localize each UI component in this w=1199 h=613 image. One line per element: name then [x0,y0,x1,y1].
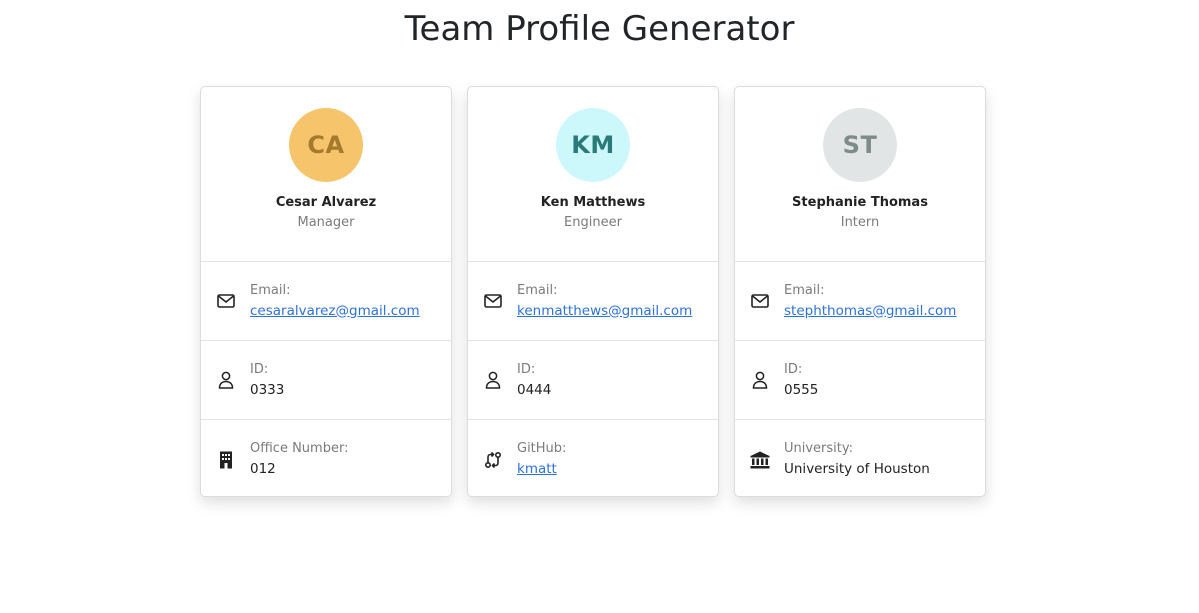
employee-card-engineer: KM Ken Matthews Engineer Email: kenmatth… [467,86,719,497]
page: Team Profile Generator CA Cesar Alvarez … [0,0,1199,613]
building-icon [216,450,236,470]
card-header: CA Cesar Alvarez Manager [201,87,451,262]
page-title: Team Profile Generator [404,9,795,49]
envelope-icon [483,291,503,311]
office-number-value: 012 [250,461,276,477]
office-number-row: Office Number: 012 [201,420,451,496]
id-label: ID: [250,361,269,377]
university-row: University: University of Houston [735,420,985,496]
avatar: ST [823,108,897,182]
avatar-initials: CA [307,131,345,159]
employee-role: Manager [297,215,355,230]
office-number-label: Office Number: [250,441,349,456]
university-value: University of Houston [784,461,930,477]
person-icon [750,370,770,390]
card-header: ST Stephanie Thomas Intern [735,87,985,262]
employee-card-manager: CA Cesar Alvarez Manager Email: cesaralv… [200,86,452,497]
avatar: KM [556,108,630,182]
id-label: ID: [517,361,536,377]
github-row: GitHub: kmatt [468,420,718,496]
employee-card-intern: ST Stephanie Thomas Intern Email: stepht… [734,86,986,497]
envelope-icon [750,291,770,311]
employee-name: Stephanie Thomas [792,195,928,210]
card-header: KM Ken Matthews Engineer [468,87,718,262]
employee-name: Cesar Alvarez [275,195,377,210]
avatar: CA [289,108,363,182]
email-label: Email: [250,282,291,298]
employee-role: Engineer [564,215,622,230]
employee-name: Ken Matthews [540,195,646,210]
university-icon [750,450,770,470]
envelope-icon [216,291,236,311]
id-row: ID: 0444 [468,341,718,420]
id-value: 0555 [784,381,819,398]
avatar-initials: KM [571,131,615,159]
email-row: Email: cesaralvarez@gmail.com [201,262,451,341]
team-cards: CA Cesar Alvarez Manager Email: cesaralv… [200,86,986,497]
avatar-initials: ST [842,131,878,159]
id-row: ID: 0555 [735,341,985,420]
email-label: Email: [784,282,825,298]
id-value: 0444 [517,381,552,398]
email-link[interactable]: kenmatthews@gmail.com [517,301,692,321]
person-icon [483,370,503,390]
github-label: GitHub: [517,441,567,456]
id-label: ID: [784,361,803,377]
email-link[interactable]: cesaralvarez@gmail.com [250,301,420,321]
employee-role: Intern [840,215,880,230]
id-row: ID: 0333 [201,341,451,420]
university-label: University: [784,441,854,456]
github-link[interactable]: kmatt [517,459,566,479]
email-link[interactable]: stephthomas@gmail.com [784,301,956,321]
person-icon [216,370,236,390]
git-pull-request-icon [483,450,503,470]
id-value: 0333 [250,381,285,398]
email-label: Email: [517,282,558,298]
email-row: Email: kenmatthews@gmail.com [468,262,718,341]
email-row: Email: stephthomas@gmail.com [735,262,985,341]
